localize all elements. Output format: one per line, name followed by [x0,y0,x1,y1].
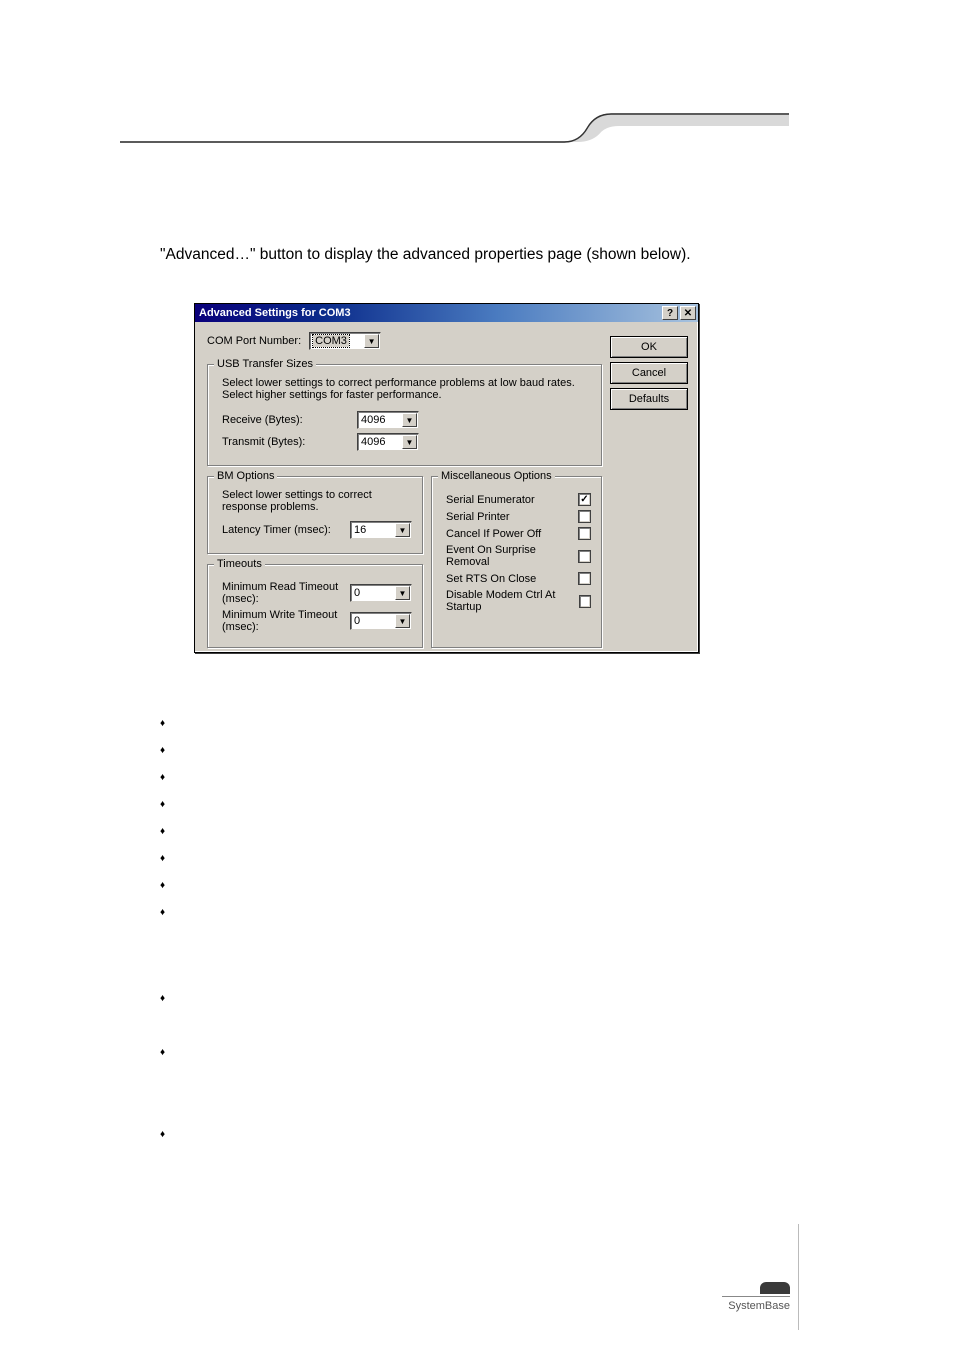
misc-option-checkbox[interactable] [579,595,591,608]
dialog-titlebar: Advanced Settings for COM3 ? ✕ [195,304,698,322]
intro-text: "Advanced…" button to display the advanc… [160,246,691,264]
misc-option-label: Disable Modem Ctrl At Startup [446,589,579,613]
min-write-select[interactable]: 0 ▼ [350,612,412,630]
dialog-title: Advanced Settings for COM3 [199,307,351,319]
misc-option-checkbox[interactable] [578,550,591,563]
misc-option-label: Event On Surprise Removal [446,544,578,568]
bullet-list-2 [160,993,163,1101]
com-port-label: COM Port Number: [207,335,301,347]
latency-label: Latency Timer (msec): [222,524,350,536]
timeouts-group: Minimum Read Timeout (msec): 0 ▼ Minimum… [207,564,423,648]
com-port-select[interactable]: COM3 ▼ [309,332,381,350]
transmit-select[interactable]: 4096 ▼ [357,433,419,451]
min-read-label: Minimum Read Timeout (msec): [222,581,350,605]
page-footer: SystemBase [722,1282,790,1312]
misc-option-row: Set RTS On Close [446,572,591,585]
bm-options-group: Select lower settings to correct respons… [207,476,423,554]
page-number-tab [760,1282,790,1294]
misc-option-row: Cancel If Power Off [446,527,591,540]
com-port-value: COM3 [313,335,349,347]
transmit-value: 4096 [361,436,385,448]
receive-select[interactable]: 4096 ▼ [357,411,419,429]
footer-brand: SystemBase [722,1300,790,1312]
misc-option-checkbox[interactable]: ✓ [578,493,591,506]
misc-option-checkbox[interactable] [578,572,591,585]
min-read-select[interactable]: 0 ▼ [350,584,412,602]
cancel-button[interactable]: Cancel [610,362,688,384]
close-button[interactable]: ✕ [680,306,696,320]
chevron-down-icon: ▼ [402,435,417,449]
chevron-down-icon: ▼ [395,586,410,600]
misc-option-row: Event On Surprise Removal [446,544,591,568]
min-read-value: 0 [354,587,360,599]
bullet-list-1 [160,718,163,934]
min-write-value: 0 [354,615,360,627]
misc-option-label: Serial Enumerator [446,494,535,506]
usb-transfer-group: Select lower settings to correct perform… [207,364,602,466]
chevron-down-icon: ▼ [364,334,379,348]
usb-hint1: Select lower settings to correct perform… [222,377,591,389]
misc-option-checkbox[interactable] [578,510,591,523]
min-write-label: Minimum Write Timeout (msec): [222,609,350,633]
help-button[interactable]: ? [662,306,678,320]
misc-option-label: Cancel If Power Off [446,528,541,540]
misc-option-row: Serial Enumerator ✓ [446,493,591,506]
receive-label: Receive (Bytes): [222,414,357,426]
latency-select[interactable]: 16 ▼ [350,521,412,539]
latency-value: 16 [354,524,366,536]
header-divider [120,112,789,144]
chevron-down-icon: ▼ [402,413,417,427]
footer-vertical-rule [798,1224,799,1330]
bullet-list-3 [160,1129,163,1140]
misc-option-row: Disable Modem Ctrl At Startup [446,589,591,613]
chevron-down-icon: ▼ [395,614,410,628]
transmit-label: Transmit (Bytes): [222,436,357,448]
misc-options-group: Serial Enumerator ✓ Serial Printer Cancel I… [431,476,602,648]
misc-option-checkbox[interactable] [578,527,591,540]
ok-button[interactable]: OK [610,336,688,358]
misc-option-row: Serial Printer [446,510,591,523]
defaults-button[interactable]: Defaults [610,388,688,410]
misc-option-label: Set RTS On Close [446,573,536,585]
misc-option-label: Serial Printer [446,511,510,523]
receive-value: 4096 [361,414,385,426]
chevron-down-icon: ▼ [395,523,410,537]
usb-hint2: Select higher settings for faster perfor… [222,389,591,401]
footer-rule [722,1296,790,1297]
bm-hint: Select lower settings to correct respons… [222,489,412,513]
advanced-settings-dialog: Advanced Settings for COM3 ? ✕ COM Port … [194,303,699,653]
